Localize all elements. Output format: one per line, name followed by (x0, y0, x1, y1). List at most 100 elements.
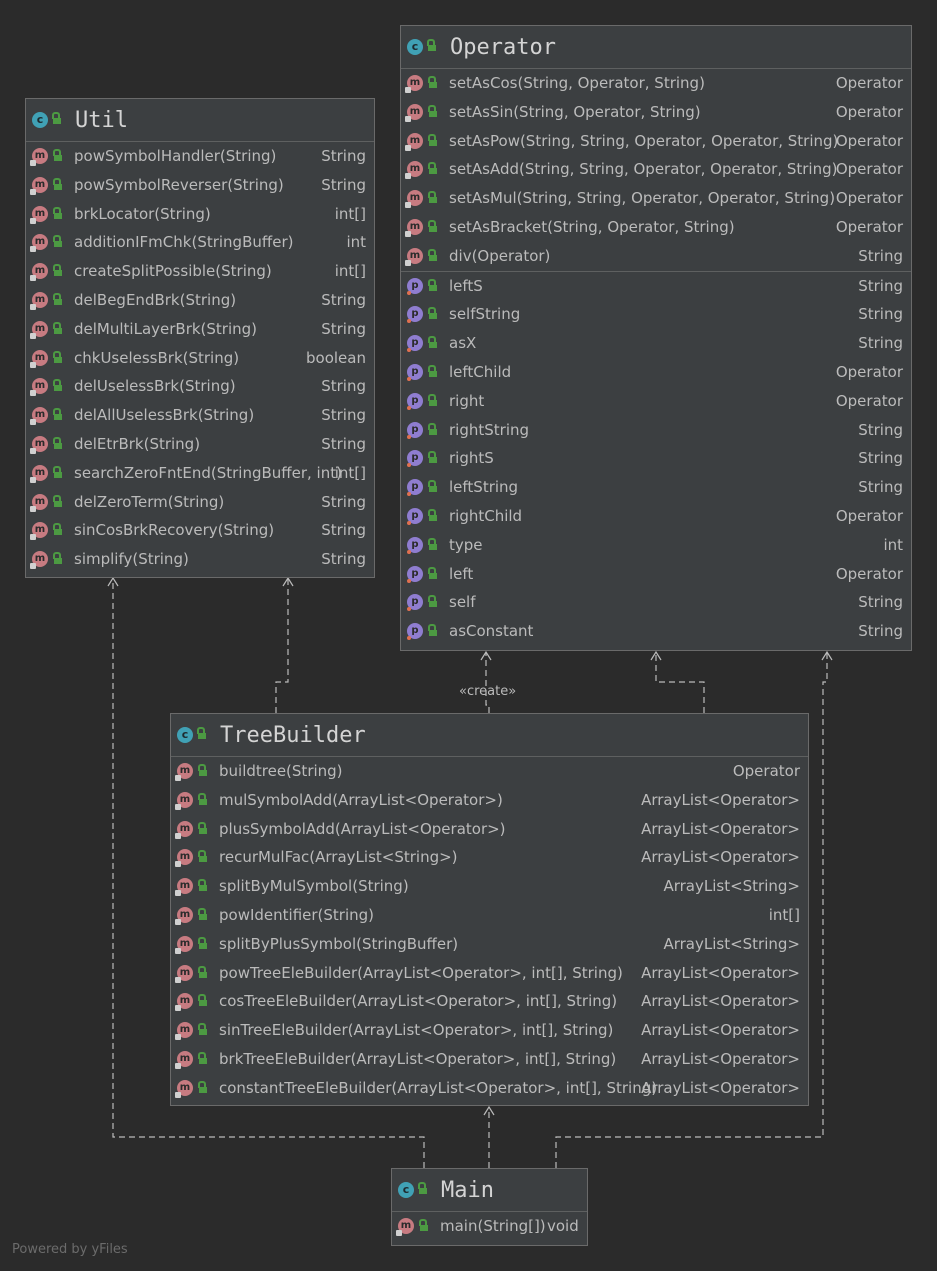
return-type: int[] (334, 262, 366, 281)
method-signature: brkLocator(String) (74, 204, 211, 223)
field-row[interactable]: p asX String (401, 329, 911, 358)
method-signature: setAsPow(String, String, Operator, Opera… (449, 131, 839, 150)
return-type: boolean (306, 348, 366, 367)
method-row[interactable]: m cosTreeEleBuilder(ArrayList<Operator>, … (171, 987, 808, 1016)
method-row[interactable]: m powSymbolReverser(String) String (26, 171, 374, 200)
property-icon: p (407, 363, 423, 381)
method-row[interactable]: m plusSymbolAdd(ArrayList<Operator>) Array… (171, 815, 808, 844)
method-signature: powSymbolReverser(String) (74, 175, 284, 194)
method-signature: sinTreeEleBuilder(ArrayList<Operator>, i… (219, 1021, 614, 1040)
method-row[interactable]: m delEtrBrk(String) String (26, 430, 374, 459)
field-row[interactable]: p selfString String (401, 300, 911, 329)
methods-section: m buildtree(String) Operator m mulSymbolAdd(… (171, 757, 808, 1103)
field-row[interactable]: p asConstant String (401, 617, 911, 646)
public-lock-icon (198, 850, 207, 863)
class-name: Util (75, 108, 128, 133)
field-row[interactable]: p leftChild Operator (401, 358, 911, 387)
method-icon: m (30, 291, 48, 310)
method-signature: setAsCos(String, Operator, String) (449, 74, 705, 92)
method-row[interactable]: m searchZeroFntEnd(StringBuffer, int) int[… (26, 459, 374, 488)
class-operator[interactable]: c Operator m setAsCos(String, Operator, S… (400, 25, 912, 651)
method-row[interactable]: m delMultiLayerBrk(String) String (26, 315, 374, 344)
method-row[interactable]: m powTreeEleBuilder(ArrayList<Operator>, … (171, 959, 808, 988)
field-row[interactable]: p self String (401, 588, 911, 617)
public-lock-icon (53, 264, 62, 277)
public-lock-icon (428, 104, 437, 117)
return-type: Operator (835, 506, 903, 525)
class-main[interactable]: c Main m main(String[]) void (391, 1168, 588, 1246)
public-lock-icon (428, 624, 437, 637)
method-signature: delUselessBrk(String) (74, 377, 236, 396)
method-row[interactable]: m chkUselessBrk(String) boolean (26, 344, 374, 373)
field-row[interactable]: p leftString String (401, 473, 911, 502)
return-type: int[] (768, 905, 800, 924)
public-lock-icon (53, 149, 62, 161)
field-row[interactable]: p type int (401, 531, 911, 560)
class-icon: c (32, 112, 48, 128)
method-row[interactable]: m mulSymbolAdd(ArrayList<Operator>) ArrayL… (171, 786, 808, 815)
class-util[interactable]: c Util m powSymbolHandler(String) String m p… (25, 98, 375, 578)
method-signature: mulSymbolAdd(ArrayList<Operator>) (219, 790, 503, 809)
method-row[interactable]: m buildtree(String) Operator (171, 757, 808, 786)
method-row[interactable]: m recurMulFac(ArrayList<String>) ArrayList… (171, 843, 808, 872)
method-row[interactable]: m splitByPlusSymbol(StringBuffer) ArrayLis… (171, 930, 808, 959)
field-name: left (449, 564, 474, 583)
field-row[interactable]: p right Operator (401, 387, 911, 416)
return-type: String (321, 175, 366, 194)
method-icon: m (396, 1218, 414, 1236)
method-row[interactable]: m delUselessBrk(String) String (26, 372, 374, 401)
method-row[interactable]: m div(Operator) String (401, 242, 911, 271)
method-row[interactable]: m simplify(String) String (26, 545, 374, 574)
return-type: Operator (835, 362, 903, 381)
return-type: String (321, 377, 366, 396)
method-row[interactable]: m setAsCos(String, Operator, String) Opera… (401, 69, 911, 98)
method-signature: main(String[]) (440, 1217, 546, 1235)
method-row[interactable]: m splitByMulSymbol(String) ArrayList<Strin… (171, 872, 808, 901)
method-row[interactable]: m setAsMul(String, String, Operator, Oper… (401, 184, 911, 213)
public-lock-icon (53, 552, 62, 565)
method-icon: m (175, 791, 193, 810)
field-row[interactable]: p rightS String (401, 444, 911, 473)
class-treebuilder[interactable]: c TreeBuilder m buildtree(String) Operator… (170, 713, 809, 1106)
method-row[interactable]: m createSplitPossible(String) int[] (26, 257, 374, 286)
field-row[interactable]: p rightChild Operator (401, 502, 911, 531)
method-row[interactable]: m delZeroTerm(String) String (26, 488, 374, 517)
method-row[interactable]: m powIdentifier(String) int[] (171, 901, 808, 930)
method-row[interactable]: m setAsAdd(String, String, Operator, Oper… (401, 155, 911, 184)
method-icon: m (30, 464, 48, 483)
return-type: Operator (835, 160, 903, 179)
method-signature: searchZeroFntEnd(StringBuffer, int) (74, 463, 342, 482)
class-icon: c (407, 39, 423, 55)
method-row[interactable]: m additionIFmChk(StringBuffer) int (26, 228, 374, 257)
public-lock-icon (428, 364, 437, 377)
return-type: ArrayList<Operator> (641, 1049, 800, 1068)
fields-section: p leftS String p selfString String p asX String p… (401, 270, 911, 646)
method-signature: delEtrBrk(String) (74, 434, 201, 453)
method-row[interactable]: m constantTreeEleBuilder(ArrayList<Operat… (171, 1074, 808, 1103)
field-name: asX (449, 334, 477, 353)
method-row[interactable]: m delBegEndBrk(String) String (26, 286, 374, 315)
class-name: TreeBuilder (220, 723, 366, 748)
return-type: String (858, 276, 903, 295)
field-row[interactable]: p rightString String (401, 416, 911, 445)
method-row[interactable]: m setAsPow(String, String, Operator, Oper… (401, 127, 911, 156)
method-row[interactable]: m setAsBracket(String, Operator, String) O… (401, 213, 911, 242)
property-icon: p (407, 594, 423, 612)
method-row[interactable]: m main(String[]) void (392, 1212, 587, 1241)
method-row[interactable]: m brkLocator(String) int[] (26, 200, 374, 229)
return-type: String (858, 420, 903, 439)
field-row[interactable]: p leftS String (401, 272, 911, 301)
method-row[interactable]: m setAsSin(String, Operator, String) Opera… (401, 98, 911, 127)
method-row[interactable]: m sinCosBrkRecovery(String) String (26, 516, 374, 545)
public-lock-icon (198, 1051, 207, 1064)
field-row[interactable]: p left Operator (401, 560, 911, 589)
public-lock-icon (198, 936, 207, 949)
method-row[interactable]: m delAllUselessBrk(String) String (26, 401, 374, 430)
method-row[interactable]: m sinTreeEleBuilder(ArrayList<Operator>, … (171, 1016, 808, 1045)
property-icon: p (407, 536, 423, 554)
method-row[interactable]: m powSymbolHandler(String) String (26, 142, 374, 171)
return-type: ArrayList<Operator> (641, 848, 800, 867)
return-type: void (547, 1217, 579, 1235)
method-row[interactable]: m brkTreeEleBuilder(ArrayList<Operator>, … (171, 1045, 808, 1074)
public-lock-icon (428, 508, 437, 521)
